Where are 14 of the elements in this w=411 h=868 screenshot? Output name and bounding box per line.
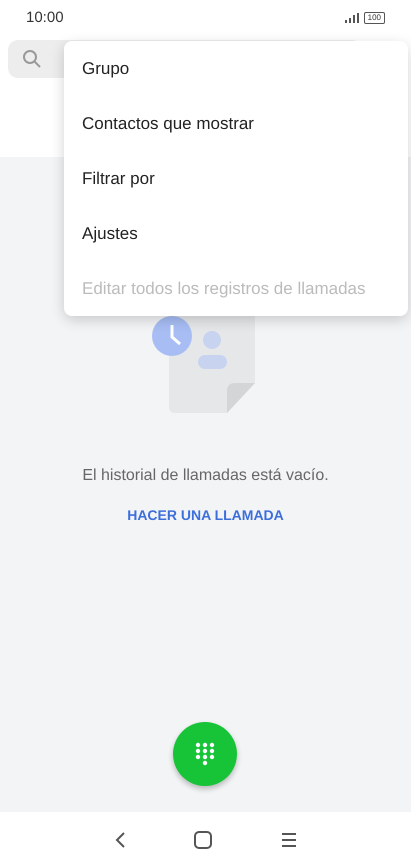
home-icon <box>194 831 212 849</box>
signal-icon <box>344 12 359 22</box>
make-call-link[interactable]: HACER UNA LLAMADA <box>127 507 284 523</box>
status-time: 10:00 <box>26 9 64 26</box>
empty-message: El historial de llamadas está vacío. <box>82 467 329 485</box>
menu-item[interactable]: Filtrar por <box>64 151 408 206</box>
menu-item[interactable]: Contactos que mostrar <box>64 96 408 151</box>
back-icon <box>114 831 126 849</box>
menu-item[interactable]: Grupo <box>64 41 408 96</box>
menu-icon <box>280 832 297 848</box>
dialpad-icon <box>195 742 215 766</box>
battery-indicator: 100 <box>364 12 385 24</box>
search-icon <box>22 49 42 69</box>
menu-item[interactable]: Ajustes <box>64 206 408 261</box>
